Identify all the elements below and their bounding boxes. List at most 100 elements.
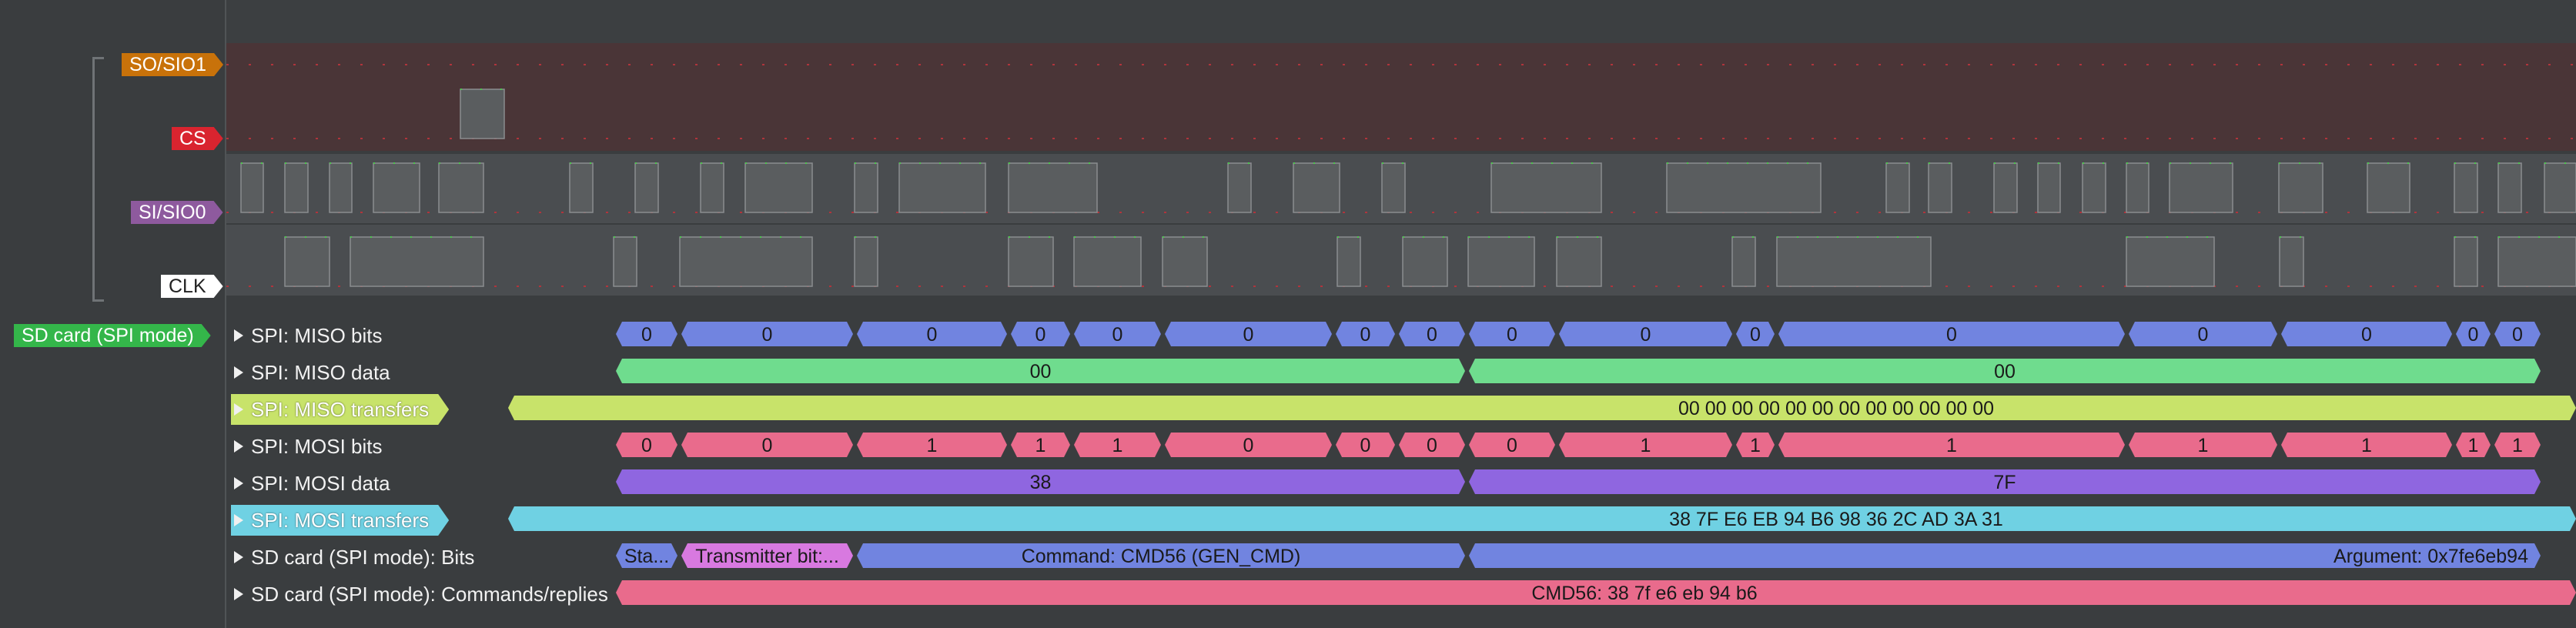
- si_sio0-pulse: [569, 162, 594, 213]
- annotation-segment-text: 00: [1030, 361, 1052, 382]
- annotation-segment-text: 0: [1641, 324, 1651, 346]
- analyzer-chip[interactable]: SD card (SPI mode): [14, 324, 211, 347]
- clk-pulse: [2126, 236, 2215, 287]
- annotation-segment-text: 0: [1035, 324, 1046, 346]
- clk-pulse: [1162, 236, 1208, 287]
- si_sio0-pulse: [1381, 162, 1406, 213]
- annotation-segment-text: 0: [2361, 324, 2372, 346]
- annotation-segment-text: Sta...: [624, 546, 669, 567]
- si_sio0-pulse: [854, 162, 878, 213]
- annotation-segment-text: 0: [1243, 435, 1254, 456]
- annotation-segment-text: 00 00 00 00 00 00 00 00 00 00 00 00: [1678, 398, 1994, 419]
- cs-pulse: [460, 89, 505, 139]
- si_sio0-pulse: [1993, 162, 2018, 213]
- si_sio0-pulse: [373, 162, 420, 213]
- channel-chip-clk[interactable]: CLK: [161, 275, 223, 298]
- annotation-segment-text: Transmitter bit:...: [695, 546, 839, 567]
- lane-background-0: [226, 43, 2576, 86]
- annotation-segment-text: 1: [1035, 435, 1046, 456]
- annotation-segment-text: 0: [762, 435, 773, 456]
- waveform-header-band: [226, 0, 2576, 43]
- annotation-segment-text: 0: [1946, 324, 1957, 346]
- lane-background-1: [226, 86, 2576, 151]
- annotation-segment-text: 1: [2198, 435, 2209, 456]
- annotation-segment-text: 0: [641, 324, 652, 346]
- clk-pulse: [1467, 236, 1535, 287]
- annotation-segment-text: Argument: 0x7fe6eb94: [2333, 546, 2528, 567]
- si_sio0-pulse: [2278, 162, 2323, 213]
- annotation-segment-text: 0: [1507, 435, 1517, 456]
- si_sio0-pulse: [329, 162, 353, 213]
- si_sio0-pulse: [1008, 162, 1098, 213]
- clk-pulse: [613, 236, 637, 287]
- annotation-segment-text: 0: [762, 324, 773, 346]
- si_sio0-pulse: [898, 162, 986, 213]
- annotation-segment-text: 1: [2361, 435, 2372, 456]
- annotation-segment-text: 0: [2198, 324, 2209, 346]
- si_sio0-pulse: [2454, 162, 2478, 213]
- si_sio0-pulse: [744, 162, 813, 213]
- annotation-segment-text: 38: [1030, 472, 1052, 493]
- annotation-segment-text: 0: [1427, 435, 1437, 456]
- si_sio0-pulse: [2497, 162, 2522, 213]
- clk-pulse: [1402, 236, 1448, 287]
- channel-chip-si-sio0[interactable]: SI/SIO0: [131, 201, 223, 224]
- annotation-segment-text: 1: [927, 435, 938, 456]
- annotation-segment-text: 1: [1112, 435, 1123, 456]
- annotation-segment-text: 0: [1507, 324, 1517, 346]
- channel-chip-so-sio1[interactable]: SO/SIO1: [122, 53, 223, 76]
- channel-group-bracket: [92, 57, 104, 302]
- annotation-segment-text: 0: [1112, 324, 1123, 346]
- clk-pulse: [1008, 236, 1054, 287]
- annotation-area[interactable]: 0 0 0 0 0 0 0 0 0 0 0 0 0 0 0 000 0000 00 00 00 00 00 00…: [226, 296, 2576, 628]
- annotation-segment-text: Command: CMD56 (GEN_CMD): [1022, 546, 1301, 567]
- si_sio0-pulse: [284, 162, 309, 213]
- si_sio0-pulse: [240, 162, 264, 213]
- channel-chip-cs[interactable]: CS: [172, 127, 223, 150]
- annotation-segment-text: 38 7F E6 EB 94 B6 98 36 2C AD 3A 31: [1669, 509, 2003, 530]
- clk-pulse: [1337, 236, 1361, 287]
- si_sio0-pulse: [2367, 162, 2410, 213]
- lane-background-3: [226, 225, 2576, 296]
- annotation-segment-text: 0: [2512, 324, 2523, 346]
- clk-pulse: [1731, 236, 1756, 287]
- annotation-segment-text: 0: [2468, 324, 2479, 346]
- si_sio0-pulse: [2082, 162, 2106, 213]
- clk-pulse: [854, 236, 878, 287]
- si_sio0-pulse: [700, 162, 724, 213]
- channel-label-panel: SO/SIO1 CS SI/SIO0 CLK SD card (SPI mode): [0, 0, 225, 628]
- clk-pulse: [284, 236, 330, 287]
- annotation-segment[interactable]: [508, 506, 2576, 531]
- si_sio0-pulse: [2126, 162, 2149, 213]
- clk-pulse: [2454, 236, 2478, 287]
- clk-pulse: [679, 236, 813, 287]
- annotation-segment-text: 00: [1994, 361, 2016, 382]
- annotation-segment-text: 1: [2468, 435, 2479, 456]
- clk-pulse: [1776, 236, 1932, 287]
- annotation-segment-text: 0: [641, 435, 652, 456]
- clk-pulse: [2497, 236, 2576, 287]
- annotation-segment-text: 7F: [1993, 472, 2016, 493]
- annotation-segment-text: 0: [1750, 324, 1761, 346]
- annotation-segment-text: CMD56: 38 7f e6 eb 94 b6: [1531, 583, 1757, 604]
- annotation-segment-text: 0: [1360, 324, 1371, 346]
- annotation-segment-text: 0: [927, 324, 938, 346]
- annotation-segment-text: 1: [2512, 435, 2523, 456]
- annotation-segment-text: 1: [1750, 435, 1761, 456]
- waveform-area[interactable]: [226, 0, 2576, 296]
- clk-pulse: [350, 236, 484, 287]
- si_sio0-pulse: [438, 162, 484, 213]
- si_sio0-pulse: [1885, 162, 1910, 213]
- annotation-segment-text: 1: [1946, 435, 1957, 456]
- si_sio0-pulse: [634, 162, 659, 213]
- annotation-segment-text: 0: [1360, 435, 1371, 456]
- annotation-segment[interactable]: [508, 396, 2576, 420]
- si_sio0-pulse: [1666, 162, 1822, 213]
- annotation-segment-text: 0: [1427, 324, 1437, 346]
- clk-pulse: [2279, 236, 2304, 287]
- annotation-segment-text: 0: [1243, 324, 1254, 346]
- si_sio0-pulse: [2169, 162, 2233, 213]
- si_sio0-pulse: [1490, 162, 1602, 213]
- si_sio0-pulse: [1928, 162, 1952, 213]
- annotation-segment-text: 1: [1641, 435, 1651, 456]
